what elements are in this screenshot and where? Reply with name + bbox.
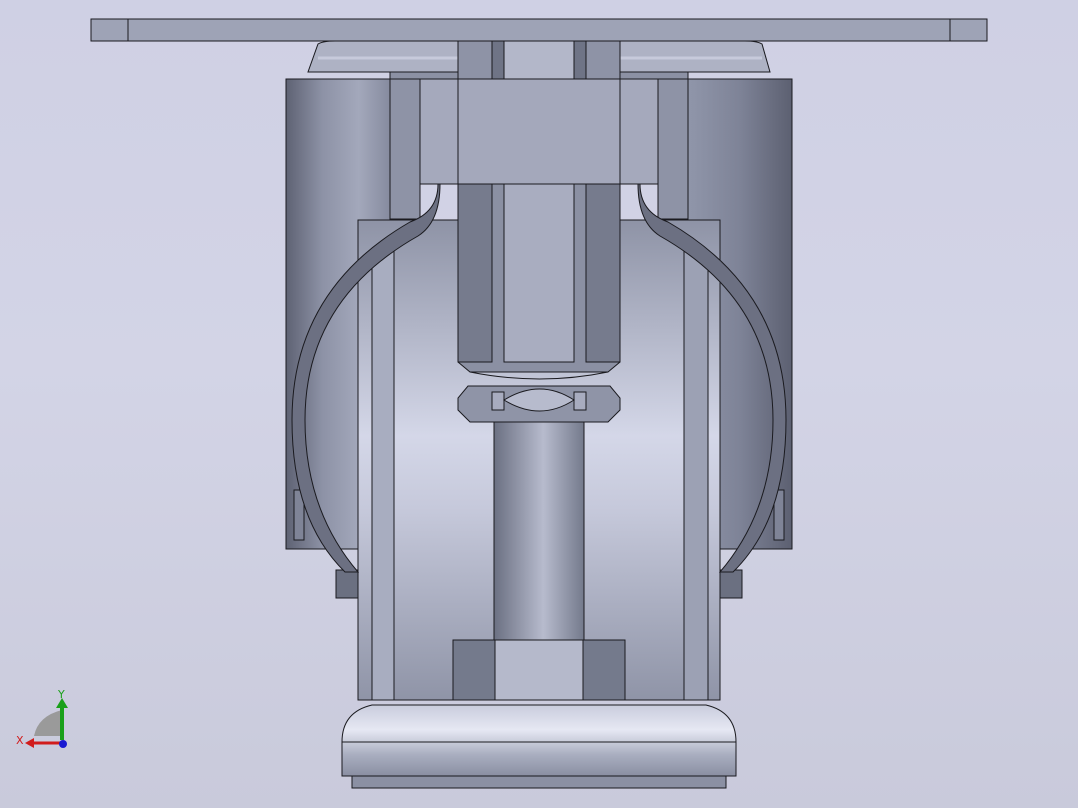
axle-shaft[interactable] xyxy=(493,421,585,641)
x-axis-arrow-head xyxy=(25,738,34,748)
x-axis-label: X xyxy=(16,734,24,747)
z-axis-dot xyxy=(59,740,67,748)
lock-nut[interactable] xyxy=(457,385,621,423)
y-axis-label: Y xyxy=(57,688,65,701)
axis-triad: Y X xyxy=(16,688,68,748)
triad-quadrant-shape xyxy=(34,710,62,736)
model-viewport[interactable] xyxy=(0,0,1078,808)
top-plate[interactable] xyxy=(90,18,988,42)
kingpin-housing[interactable] xyxy=(457,40,621,185)
bottom-nut[interactable] xyxy=(452,639,626,701)
base-disc[interactable] xyxy=(341,704,737,789)
kingpin-bolt[interactable] xyxy=(457,183,621,380)
